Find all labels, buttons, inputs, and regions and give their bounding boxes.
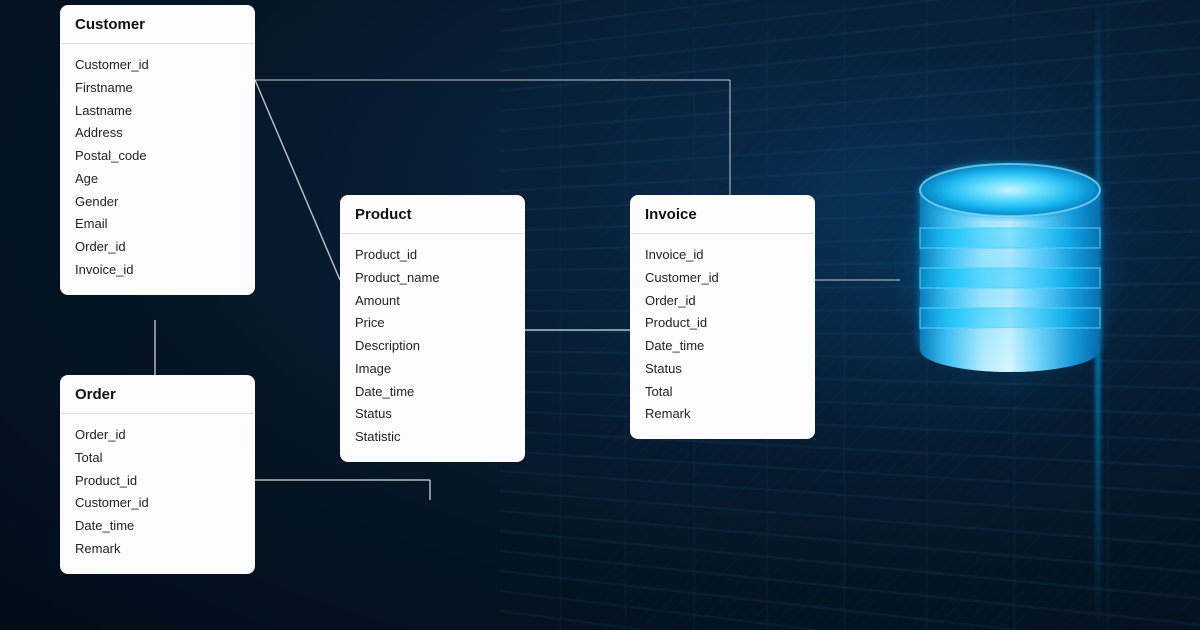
customer-field-3: Lastname — [75, 100, 240, 123]
database-svg — [910, 160, 1110, 380]
invoice-field-1: Invoice_id — [645, 244, 800, 267]
customer-table: Customer Customer_id Firstname Lastname … — [60, 5, 255, 295]
product-field-6: Image — [355, 358, 510, 381]
product-field-1: Product_id — [355, 244, 510, 267]
product-table: Product Product_id Product_name Amount P… — [340, 195, 525, 462]
diagram-content: Customer Customer_id Firstname Lastname … — [0, 0, 1200, 630]
invoice-field-2: Customer_id — [645, 267, 800, 290]
customer-field-9: Order_id — [75, 236, 240, 259]
product-field-8: Status — [355, 403, 510, 426]
order-field-4: Customer_id — [75, 492, 240, 515]
invoice-table-header: Invoice — [631, 196, 814, 234]
invoice-field-3: Order_id — [645, 290, 800, 313]
product-title: Product — [355, 206, 412, 223]
order-title: Order — [75, 386, 116, 403]
order-field-1: Order_id — [75, 424, 240, 447]
database-icon — [910, 160, 1110, 380]
invoice-field-7: Total — [645, 381, 800, 404]
customer-field-10: Invoice_id — [75, 259, 240, 282]
product-field-3: Amount — [355, 290, 510, 313]
product-field-5: Description — [355, 335, 510, 358]
product-table-body: Product_id Product_name Amount Price Des… — [341, 234, 524, 461]
customer-field-1: Customer_id — [75, 54, 240, 77]
customer-field-6: Age — [75, 168, 240, 191]
product-field-9: Statistic — [355, 426, 510, 449]
invoice-table-body: Invoice_id Customer_id Order_id Product_… — [631, 234, 814, 438]
invoice-table: Invoice Invoice_id Customer_id Order_id … — [630, 195, 815, 439]
order-field-3: Product_id — [75, 470, 240, 493]
invoice-field-4: Product_id — [645, 312, 800, 335]
customer-field-2: Firstname — [75, 77, 240, 100]
invoice-field-5: Date_time — [645, 335, 800, 358]
customer-field-7: Gender — [75, 191, 240, 214]
order-field-2: Total — [75, 447, 240, 470]
customer-table-body: Customer_id Firstname Lastname Address P… — [61, 44, 254, 294]
order-table-header: Order — [61, 376, 254, 414]
customer-table-header: Customer — [61, 6, 254, 44]
customer-field-5: Postal_code — [75, 145, 240, 168]
order-field-6: Remark — [75, 538, 240, 561]
customer-field-8: Email — [75, 213, 240, 236]
invoice-field-8: Remark — [645, 403, 800, 426]
product-table-header: Product — [341, 196, 524, 234]
order-table: Order Order_id Total Product_id Customer… — [60, 375, 255, 574]
customer-title: Customer — [75, 16, 145, 33]
product-field-4: Price — [355, 312, 510, 335]
product-field-7: Date_time — [355, 381, 510, 404]
order-table-body: Order_id Total Product_id Customer_id Da… — [61, 414, 254, 573]
invoice-title: Invoice — [645, 206, 697, 223]
order-field-5: Date_time — [75, 515, 240, 538]
customer-field-4: Address — [75, 122, 240, 145]
product-field-2: Product_name — [355, 267, 510, 290]
invoice-field-6: Status — [645, 358, 800, 381]
